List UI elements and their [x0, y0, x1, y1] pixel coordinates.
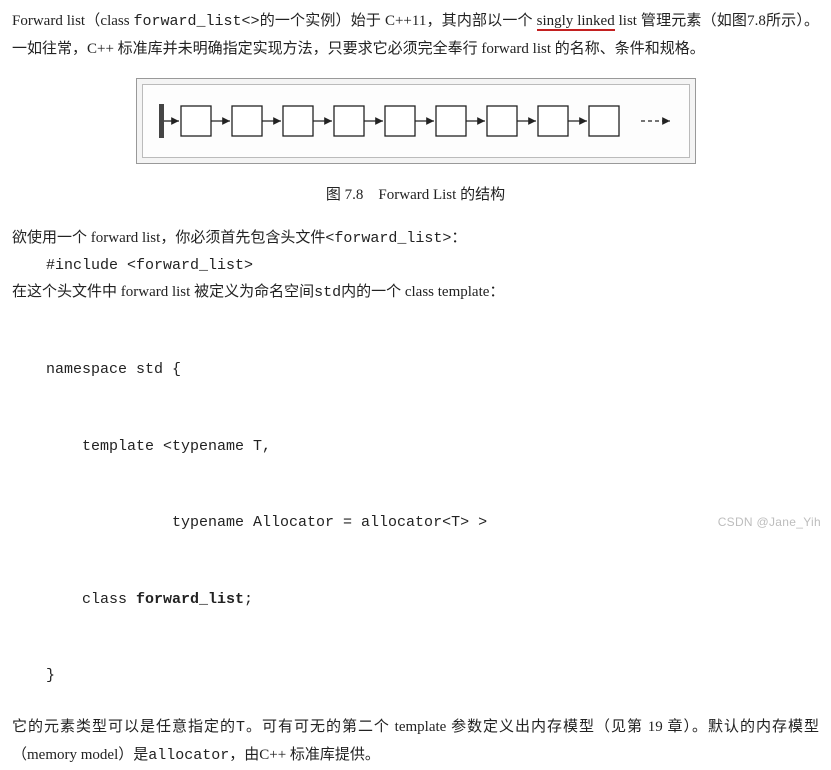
- text: 内的一个 class template：: [341, 284, 504, 300]
- text: 欲使用一个 forward list，你必须首先包含头文件: [12, 230, 325, 246]
- paragraph-template: 在这个头文件中 forward list 被定义为命名空间std内的一个 cla…: [12, 279, 819, 307]
- watermark: CSDN @Jane_Yih: [718, 511, 821, 533]
- forward-list-diagram: [136, 78, 696, 164]
- inline-code: std: [314, 284, 341, 301]
- code-line: class forward_list;: [46, 587, 819, 613]
- text: ，由C++ 标准库提供。: [229, 747, 380, 763]
- text: 的一个实例）始于 C++11，其内部以一个: [260, 13, 537, 29]
- paragraph-include: 欲使用一个 forward list，你必须首先包含头文件<forward_li…: [12, 225, 819, 253]
- text: Forward list（class: [12, 13, 134, 29]
- figure-caption: 图 7.8 Forward List 的结构: [12, 182, 819, 210]
- inline-code: T: [236, 719, 245, 736]
- text: 在这个头文件中 forward list 被定义为命名空间: [12, 284, 314, 300]
- text: ;: [244, 591, 253, 608]
- code-line: template <typename T,: [46, 434, 819, 460]
- code-line: namespace std {: [46, 357, 819, 383]
- emphasis-singly-linked: singly linked: [537, 13, 615, 31]
- linked-list-svg: [136, 78, 696, 164]
- inline-code: <forward_list>: [325, 230, 451, 247]
- code-line: typename Allocator = allocator<T> >: [46, 510, 819, 536]
- text: ：: [451, 230, 466, 246]
- text: class: [46, 591, 136, 608]
- code-line: }: [46, 663, 819, 689]
- paragraph-allocator: 它的元素类型可以是任意指定的T。可有可无的第二个 template 参数定义出内…: [12, 714, 819, 770]
- text: 它的元素类型可以是任意指定的: [12, 719, 236, 735]
- code-namespace: namespace std { template <typename T, ty…: [12, 306, 819, 714]
- inline-code: forward_list<>: [134, 13, 260, 30]
- code-include: #include <forward_list>: [12, 253, 819, 279]
- inline-code: allocator: [148, 747, 229, 764]
- class-name: forward_list: [136, 591, 244, 608]
- paragraph-intro: Forward list（class forward_list<>的一个实例）始…: [12, 8, 819, 64]
